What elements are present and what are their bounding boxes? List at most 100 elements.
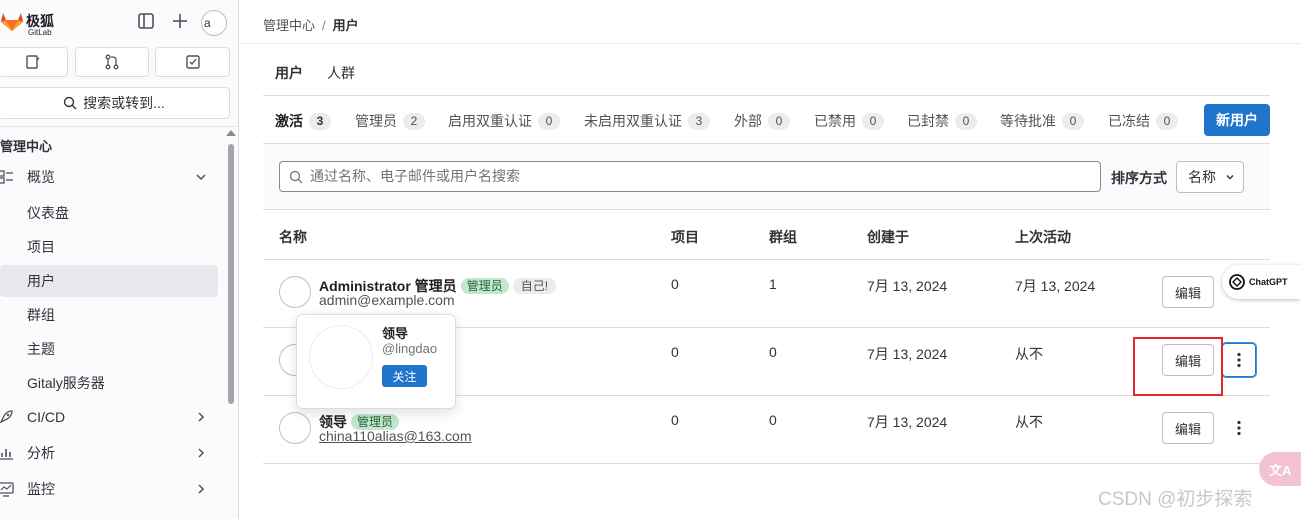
last-activity: 7月 13, 2024 (1015, 278, 1096, 294)
scroll-up-arrow[interactable] (226, 130, 236, 136)
tab-blocked[interactable]: 已禁用 0 (814, 111, 884, 131)
header-divider (239, 43, 1301, 44)
more-actions-button[interactable] (1222, 343, 1256, 377)
breadcrumb-parent[interactable]: 管理中心 (263, 18, 315, 33)
count-badge: 0 (1156, 112, 1178, 130)
tab-label: 未启用双重认证 (584, 113, 682, 129)
tab-deactivated[interactable]: 已冻结 0 (1108, 111, 1178, 131)
sidebar-item-groups[interactable]: 群组 (0, 299, 218, 331)
sort-dropdown[interactable]: 名称 (1176, 161, 1244, 193)
todo-icon (185, 55, 200, 69)
projects-count: 0 (671, 276, 679, 292)
column-header-name: 名称 (279, 229, 307, 245)
tab-2fa-enabled[interactable]: 启用双重认证 0 (448, 111, 560, 131)
sidebar-item-topics[interactable]: 主题 (0, 333, 218, 365)
sidebar-item-label: 监控 (27, 481, 55, 497)
breadcrumb-separator: / (322, 18, 326, 33)
projects-count: 0 (671, 412, 679, 428)
column-header-last-activity: 上次活动 (1015, 229, 1071, 245)
scroll-thumb[interactable] (228, 144, 234, 404)
user-search-input[interactable]: 通过名称、电子邮件或用户名搜索 (279, 161, 1101, 192)
popover-username: @lingdao (382, 341, 438, 356)
groups-count: 1 (769, 276, 777, 292)
sidebar-item-label: 群组 (27, 307, 55, 323)
last-activity: 从不 (1015, 414, 1043, 430)
search-or-goto-button[interactable]: 搜索或转到... (0, 87, 230, 119)
sidebar-item-analytics[interactable]: 分析 (0, 437, 218, 469)
avatar[interactable] (279, 412, 311, 444)
sidebar-item-overview[interactable]: 概览 (0, 161, 218, 193)
column-header-projects: 项目 (671, 229, 699, 245)
filter-bar: 通过名称、电子邮件或用户名搜索 排序方式 名称 (263, 144, 1270, 210)
sidebar-item-monitoring[interactable]: 监控 (0, 473, 218, 505)
edit-button[interactable]: 编辑 (1162, 412, 1214, 444)
sidebar-item-label: 项目 (27, 239, 55, 255)
merge-requests-button[interactable] (75, 47, 149, 77)
tab-active[interactable]: 激活 3 (263, 111, 343, 147)
sidebar-scrollbar[interactable] (226, 130, 236, 519)
main-content: 管理中心 / 用户 用户 人群 激活 3 管理员 2 启用双重认证 0 未启用双重认证 3 … (239, 0, 1301, 519)
created-date: 7月 13, 2024 (867, 278, 948, 294)
self-badge: 自己! (512, 278, 557, 294)
rocket-icon (0, 409, 14, 425)
table-header: 名称 项目 群组 创建于 上次活动 (263, 210, 1270, 260)
chevron-right-icon (194, 482, 208, 496)
tab-label: 已冻结 (1108, 113, 1150, 129)
popover-name: 领导 (382, 326, 409, 341)
count-badge: 0 (538, 112, 560, 130)
tab-label: 等待批准 (1000, 113, 1056, 129)
projects-count: 0 (671, 344, 679, 360)
search-placeholder: 通过名称、电子邮件或用户名搜索 (310, 168, 520, 184)
tab-banned[interactable]: 已封禁 0 (907, 111, 977, 131)
count-badge: 0 (862, 112, 884, 130)
count-badge: 0 (1062, 112, 1084, 130)
watermark: CSDN @初步探索 (1098, 489, 1253, 510)
tab-external[interactable]: 外部 0 (734, 111, 790, 131)
tab-admins[interactable]: 管理员 2 (355, 111, 425, 131)
admin-badge: 管理员 (460, 278, 509, 294)
tab-users[interactable]: 用户 (263, 63, 315, 101)
sort-value: 名称 (1188, 169, 1216, 185)
search-or-goto-label: 搜索或转到... (83, 95, 165, 111)
sidebar-item-projects[interactable]: 项目 (0, 231, 218, 263)
user-popover: 领导 @lingdao 关注 (296, 314, 456, 409)
plus-icon[interactable] (171, 12, 191, 32)
edit-button[interactable]: 编辑 (1162, 276, 1214, 308)
translate-fab[interactable]: 文A (1259, 452, 1301, 486)
sidebar-item-cicd[interactable]: CI/CD (0, 401, 218, 433)
count-badge: 0 (768, 112, 790, 130)
gitlab-logo[interactable]: 极狐 GitLab (0, 8, 60, 38)
translate-icon: 文A (1269, 463, 1292, 478)
chart-icon (0, 445, 14, 461)
sidebar-item-users[interactable]: 用户 (0, 265, 218, 297)
breadcrumb: 管理中心 / 用户 (263, 15, 359, 34)
count-badge: 3 (309, 112, 331, 130)
sidebar-item-dashboard[interactable]: 仪表盘 (0, 197, 218, 229)
todos-button[interactable] (155, 47, 230, 77)
merge-request-icon (105, 54, 119, 70)
user-avatar[interactable]: a (201, 10, 227, 36)
popover-avatar (309, 325, 373, 389)
sidebar-item-gitaly[interactable]: Gitaly服务器 (0, 367, 218, 399)
more-actions-button[interactable] (1222, 411, 1256, 445)
tab-cohorts[interactable]: 人群 (327, 63, 355, 83)
sidebar-item-label: 用户 (27, 273, 55, 289)
toggle-sidebar-icon[interactable] (137, 12, 157, 32)
overview-icon (0, 169, 14, 185)
tab-label: 外部 (734, 113, 762, 129)
follow-button[interactable]: 关注 (382, 365, 427, 387)
breadcrumb-current: 用户 (332, 18, 359, 33)
kebab-menu-icon (1237, 352, 1241, 368)
sidebar-item-label: 分析 (27, 445, 55, 461)
tab-2fa-disabled[interactable]: 未启用双重认证 3 (584, 111, 710, 131)
avatar[interactable] (279, 276, 311, 308)
count-badge: 3 (688, 112, 710, 130)
sidebar-section-title: 管理中心 (0, 139, 53, 154)
tab-pending-approval[interactable]: 等待批准 0 (1000, 111, 1084, 131)
chevron-right-icon (194, 446, 208, 460)
issues-button[interactable] (0, 47, 68, 77)
sidebar-item-label: 仪表盘 (27, 205, 69, 221)
chatgpt-widget[interactable]: ChatGPT (1222, 265, 1301, 299)
user-email-link[interactable]: china110alias@163.com (319, 428, 472, 444)
new-user-button[interactable]: 新用户 (1204, 104, 1270, 136)
